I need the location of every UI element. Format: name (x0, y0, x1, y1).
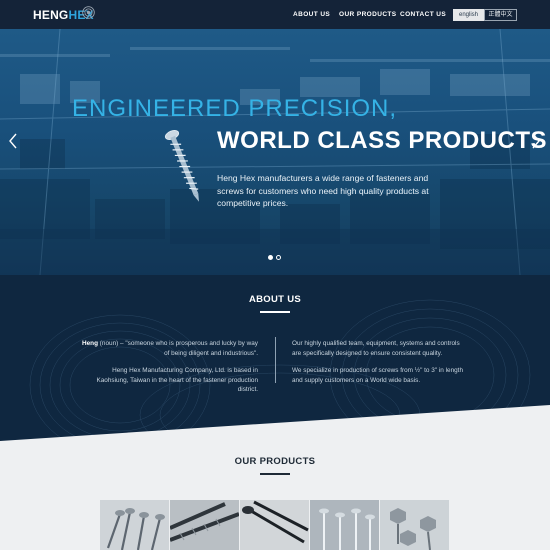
nav-contact-us[interactable]: CONTACT US (400, 11, 446, 18)
heng-definition-text: (noun) – "someone who is prosperous and … (98, 340, 258, 357)
product-thumbnail-drywall-screws[interactable] (310, 500, 379, 550)
top-navbar: HENGHEX ABOUT US OUR PRODUCTS CONTACT US… (0, 0, 550, 29)
heng-term: Heng (82, 340, 98, 347)
nav-our-products[interactable]: OUR PRODUCTS (339, 11, 397, 18)
nav-about-us[interactable]: ABOUT US (293, 11, 330, 18)
lang-chinese-button[interactable]: 正體中文 (484, 9, 517, 21)
hero-headline-line2: WORLD CLASS PRODUCTS (217, 127, 547, 154)
hero-headline-line1: ENGINEERED PRECISION, (72, 95, 398, 122)
about-title-underline (260, 311, 290, 313)
heng-definition: Heng (noun) – "someone who is prosperous… (80, 339, 258, 358)
products-gallery (100, 500, 450, 550)
hero-carousel: ENGINEERED PRECISION, WORLD CLASS PRODUC… (0, 29, 550, 275)
product-thumbnail-threaded-screws[interactable] (170, 500, 239, 550)
about-right-column: Our highly qualified team, equipment, sy… (292, 339, 470, 393)
about-specialty-text: We specialize in production of screws fr… (292, 367, 464, 384)
carousel-dot-1[interactable] (268, 255, 273, 260)
hero-description: Heng Hex manufacturers a wide range of f… (217, 173, 429, 208)
about-column-divider (275, 337, 276, 383)
lang-english-button[interactable]: english (453, 9, 484, 21)
logo-text-heng: HENG (33, 8, 69, 22)
carousel-prev-arrow-icon[interactable] (8, 133, 18, 149)
products-title-underline (260, 473, 290, 475)
logo-hex-icon (82, 6, 95, 19)
product-thumbnail-black-screws[interactable] (240, 500, 309, 550)
products-title: OUR PRODUCTS (234, 456, 316, 467)
section-slant-divider (0, 405, 550, 447)
about-quality-text: Our highly qualified team, equipment, sy… (292, 340, 460, 357)
about-left-column: Heng (noun) – "someone who is prosperous… (80, 339, 258, 403)
product-thumbnail-screws[interactable] (100, 500, 169, 550)
carousel-next-arrow-icon[interactable] (531, 133, 541, 149)
about-company-text: Heng Hex Manufacturing Company, Ltd. is … (96, 367, 258, 393)
carousel-dot-2[interactable] (276, 255, 281, 260)
about-title: ABOUT US (248, 294, 301, 305)
product-thumbnail-hex-bolts[interactable] (380, 500, 449, 550)
